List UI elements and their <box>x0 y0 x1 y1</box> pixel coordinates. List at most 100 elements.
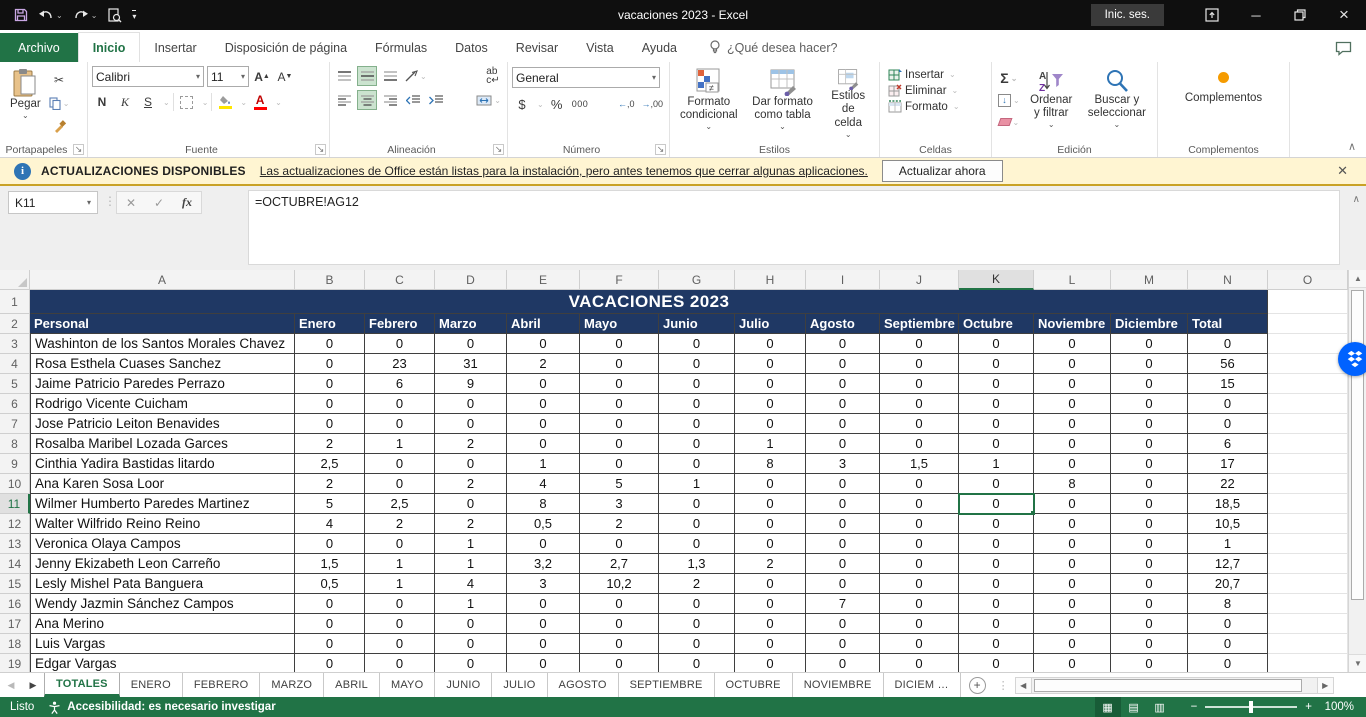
format-painter-icon[interactable] <box>47 116 72 136</box>
cell[interactable]: 0 <box>959 414 1034 434</box>
cell[interactable]: 0 <box>580 534 659 554</box>
name-cell[interactable]: Rodrigo Vicente Cuicham <box>30 394 295 414</box>
horizontal-scroll-thumb[interactable] <box>1034 679 1302 692</box>
name-cell[interactable]: Walter Wilfrido Reino Reino <box>30 514 295 534</box>
cell-o[interactable] <box>1268 334 1348 354</box>
table-header-abril[interactable]: Abril <box>507 314 580 334</box>
row-header-2[interactable]: 2 <box>0 314 30 334</box>
column-header-m[interactable]: M <box>1111 270 1188 290</box>
cell[interactable]: 0 <box>880 494 959 514</box>
copy-icon[interactable]: ⌄ <box>47 93 72 113</box>
customize-qat-icon[interactable]: ▾ <box>132 10 136 21</box>
cell[interactable]: 0 <box>507 394 580 414</box>
cell[interactable]: 0 <box>1111 514 1188 534</box>
cell[interactable]: 0 <box>1111 374 1188 394</box>
cell[interactable]: 2 <box>659 574 735 594</box>
cell[interactable]: 0 <box>959 394 1034 414</box>
column-header-o[interactable]: O <box>1268 270 1348 290</box>
name-cell[interactable]: Jose Patricio Leiton Benavides <box>30 414 295 434</box>
scroll-left-icon[interactable]: ◀ <box>1015 677 1032 694</box>
orientation-icon[interactable]: ⌄ <box>403 66 429 86</box>
currency-format-icon[interactable]: $ <box>512 94 532 114</box>
column-header-e[interactable]: E <box>507 270 580 290</box>
new-sheet-icon[interactable]: + <box>969 677 986 694</box>
cell[interactable]: 0 <box>735 594 806 614</box>
cell-o[interactable] <box>1268 654 1348 672</box>
redo-icon[interactable]: ⌄ <box>73 9 98 21</box>
cell[interactable]: 0 <box>1188 634 1268 654</box>
cell[interactable]: 0 <box>806 334 880 354</box>
collapse-ribbon-icon[interactable]: ∧ <box>1348 140 1356 153</box>
fill-color-icon[interactable] <box>215 92 235 112</box>
cell[interactable]: 0 <box>1188 414 1268 434</box>
cell[interactable]: 0 <box>806 474 880 494</box>
cell[interactable]: 1 <box>365 434 435 454</box>
row-header-1[interactable]: 1 <box>0 290 30 314</box>
cell[interactable]: 0 <box>1034 514 1111 534</box>
bold-button[interactable]: N <box>92 92 112 112</box>
cell[interactable]: 0 <box>365 654 435 672</box>
cell[interactable]: 3 <box>507 574 580 594</box>
cell[interactable]: 9 <box>435 374 507 394</box>
horizontal-scrollbar[interactable]: ◀ ▶ <box>1015 677 1334 694</box>
comma-format-icon[interactable]: 000 <box>570 94 591 114</box>
cell[interactable]: 5 <box>580 474 659 494</box>
cell[interactable]: 0 <box>507 374 580 394</box>
addins-button[interactable]: Complementos <box>1162 66 1285 107</box>
cell[interactable]: 0 <box>435 614 507 634</box>
vertical-scrollbar[interactable]: ▲ ▼ <box>1348 270 1366 672</box>
cell-o2[interactable] <box>1268 314 1348 334</box>
cell[interactable]: 0 <box>735 474 806 494</box>
cell[interactable]: 0 <box>806 434 880 454</box>
tab-datos[interactable]: Datos <box>441 33 502 62</box>
cell[interactable]: 0 <box>1034 374 1111 394</box>
cell[interactable]: 0 <box>1188 394 1268 414</box>
cell[interactable]: 0 <box>959 594 1034 614</box>
cell[interactable]: 0 <box>435 634 507 654</box>
name-cell[interactable]: Ana Merino <box>30 614 295 634</box>
cell[interactable]: 0 <box>959 434 1034 454</box>
sheet-tab-marzo[interactable]: MARZO <box>260 673 324 697</box>
insert-cells-button[interactable]: Insertar⌄ <box>888 68 987 81</box>
table-header-marzo[interactable]: Marzo <box>435 314 507 334</box>
cell[interactable]: 0 <box>880 354 959 374</box>
cell[interactable]: 0 <box>735 654 806 672</box>
row-header-5[interactable]: 5 <box>0 374 30 394</box>
page-break-view-icon[interactable]: ▥ <box>1147 697 1173 717</box>
cell[interactable]: 0 <box>580 334 659 354</box>
cell[interactable]: 0 <box>1111 434 1188 454</box>
align-left-icon[interactable] <box>334 90 354 110</box>
cell[interactable]: 0 <box>365 454 435 474</box>
name-cell[interactable]: Wendy Jazmin Sánchez Campos <box>30 594 295 614</box>
column-header-f[interactable]: F <box>580 270 659 290</box>
row-header-10[interactable]: 10 <box>0 474 30 494</box>
cell[interactable]: 1 <box>735 434 806 454</box>
cell[interactable]: 0 <box>735 374 806 394</box>
cell[interactable]: 0 <box>880 614 959 634</box>
cell[interactable]: 0,5 <box>295 574 365 594</box>
cell[interactable]: 0 <box>435 334 507 354</box>
previous-sheet-icon[interactable]: ◀ <box>0 673 22 697</box>
page-layout-view-icon[interactable]: ▤ <box>1121 697 1147 717</box>
cell[interactable]: 0 <box>1034 654 1111 672</box>
zoom-level[interactable]: 100% <box>1322 701 1366 713</box>
cell[interactable]: 20,7 <box>1188 574 1268 594</box>
comments-icon[interactable] <box>1335 41 1352 56</box>
cell[interactable]: 0 <box>435 454 507 474</box>
cell[interactable]: 3 <box>806 454 880 474</box>
cell[interactable]: 4 <box>507 474 580 494</box>
table-header-julio[interactable]: Julio <box>735 314 806 334</box>
cell[interactable]: 0 <box>1111 654 1188 672</box>
enter-formula-icon[interactable]: ✓ <box>145 196 173 210</box>
cell[interactable]: 0 <box>735 574 806 594</box>
scroll-up-icon[interactable]: ▲ <box>1349 270 1366 288</box>
cell[interactable]: 0 <box>1111 614 1188 634</box>
italic-button[interactable]: K <box>115 92 135 112</box>
cell[interactable]: 0 <box>659 394 735 414</box>
cell[interactable]: 0 <box>1111 354 1188 374</box>
cell[interactable]: 0 <box>1188 654 1268 672</box>
cell[interactable]: 0 <box>735 334 806 354</box>
table-header-octubre[interactable]: Octubre <box>959 314 1034 334</box>
sheet-tab-totales[interactable]: TOTALES <box>44 673 120 697</box>
cell[interactable]: 2 <box>365 514 435 534</box>
